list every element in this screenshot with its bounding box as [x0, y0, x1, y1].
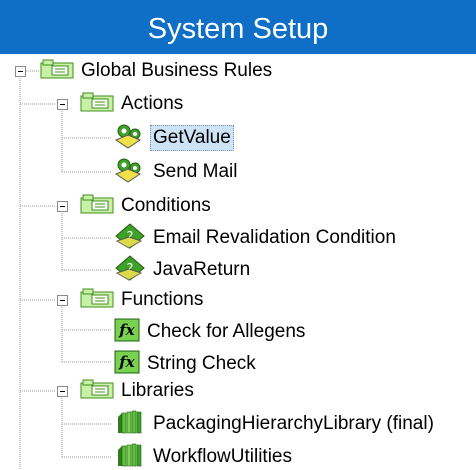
tree-node-packaginghierarchylibrary[interactable]: PackagingHierarchyLibrary (final)	[114, 408, 437, 440]
folder-icon	[80, 194, 114, 219]
functions-collapse-toggle[interactable]	[57, 295, 68, 306]
tree-node-email-revalidation-condition[interactable]: ? Email Revalidation Condition	[114, 222, 399, 254]
action-icon	[114, 122, 146, 155]
tree-node-label: PackagingHierarchyLibrary (final)	[153, 413, 434, 434]
tree-node-label: GetValue	[150, 125, 234, 151]
tree-node-label: Email Revalidation Condition	[153, 227, 396, 248]
tree-node-label: Actions	[121, 93, 184, 114]
function-icon: fx	[114, 318, 140, 347]
condition-icon: ?	[114, 254, 146, 287]
conditions-collapse-toggle[interactable]	[57, 201, 68, 212]
tree-node-functions[interactable]: Functions	[80, 284, 206, 316]
svg-text:fx: fx	[118, 353, 135, 371]
tree-node-workflowutilities[interactable]: WorkflowUtilities	[114, 441, 295, 470]
system-setup-panel: System Setup Global Business Rules Actio…	[0, 0, 476, 470]
library-icon	[114, 442, 146, 470]
business-rules-tree: Global Business Rules Actions GetValue S…	[0, 54, 476, 470]
tree-node-label: WorkflowUtilities	[153, 446, 293, 467]
tree-node-global-business-rules[interactable]: Global Business Rules	[40, 55, 275, 87]
tree-node-label: Send Mail	[153, 161, 238, 182]
tree-node-libraries[interactable]: Libraries	[80, 375, 197, 407]
actions-collapse-toggle[interactable]	[57, 99, 68, 110]
libraries-collapse-toggle[interactable]	[57, 386, 68, 397]
svg-text:fx: fx	[118, 321, 135, 339]
library-icon	[114, 409, 146, 440]
tree-node-conditions[interactable]: Conditions	[80, 190, 214, 222]
tree-node-getvalue[interactable]: GetValue	[114, 122, 234, 154]
action-icon	[114, 156, 146, 189]
tree-node-label: JavaReturn	[153, 259, 251, 280]
folder-icon	[80, 92, 114, 117]
folder-icon	[40, 59, 74, 84]
tree-node-send-mail[interactable]: Send Mail	[114, 156, 241, 188]
tree-node-javareturn[interactable]: ? JavaReturn	[114, 254, 253, 286]
root-collapse-toggle[interactable]	[15, 66, 26, 77]
tree-node-label: Functions	[121, 289, 204, 310]
panel-title: System Setup	[0, 0, 476, 54]
tree-node-label: String Check	[147, 353, 256, 374]
tree-node-label: Libraries	[121, 380, 194, 401]
condition-icon: ?	[114, 222, 146, 255]
tree-node-check-for-allegens[interactable]: fx Check for Allegens	[114, 316, 308, 348]
folder-icon	[80, 379, 114, 404]
tree-node-actions[interactable]: Actions	[80, 88, 186, 120]
tree-node-label: Conditions	[121, 195, 211, 216]
tree-node-label: Check for Allegens	[147, 321, 306, 342]
tree-node-label: Global Business Rules	[81, 60, 273, 81]
folder-icon	[80, 288, 114, 313]
